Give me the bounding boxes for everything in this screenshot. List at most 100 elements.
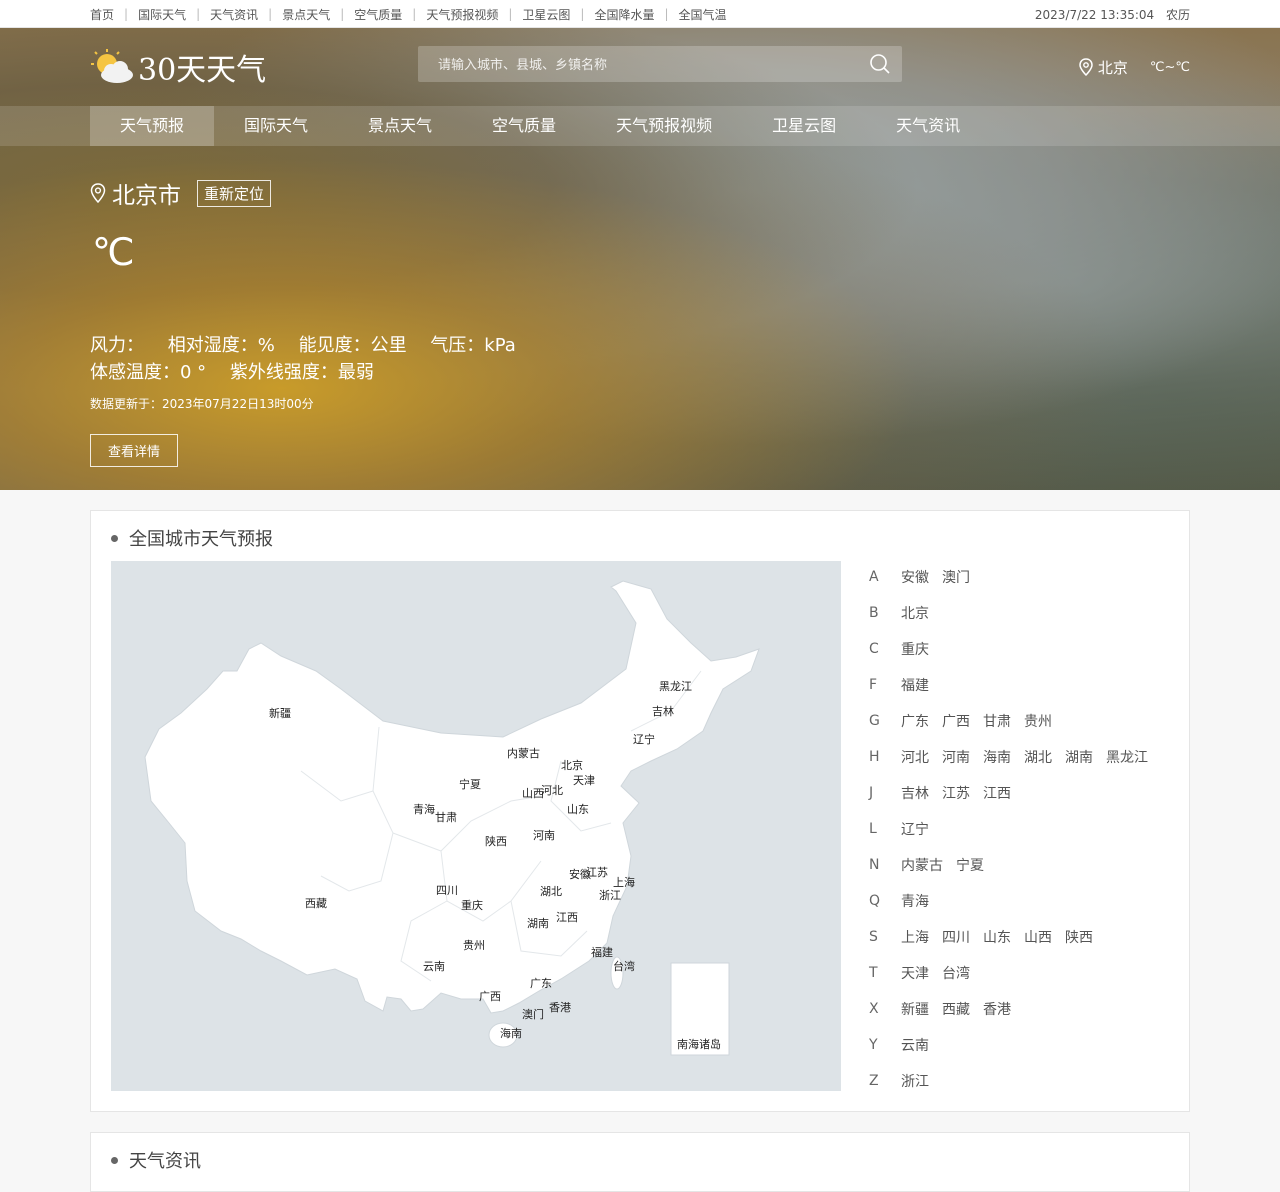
map-label[interactable]: 西藏 (305, 897, 327, 910)
map-label[interactable]: 河北 (541, 784, 563, 797)
city-link[interactable]: 甘肃 (983, 711, 1011, 731)
map-label[interactable]: 台湾 (613, 959, 635, 973)
top-link-air-quality[interactable]: 空气质量 (354, 6, 402, 23)
city-link[interactable]: 澳门 (942, 567, 970, 587)
city-link[interactable]: 山东 (983, 927, 1011, 947)
letter-row: Z 浙江 (869, 1063, 1161, 1099)
city-link[interactable]: 浙江 (901, 1071, 929, 1091)
map-label[interactable]: 澳门 (522, 1007, 544, 1021)
top-link-intl-weather[interactable]: 国际天气 (138, 6, 186, 23)
city-link[interactable]: 江西 (983, 783, 1011, 803)
relocate-button[interactable]: 重新定位 (197, 179, 272, 207)
bullet-dot (111, 1156, 118, 1164)
view-details-button[interactable]: 查看详情 (90, 434, 179, 467)
nav-item-forecast[interactable]: 天气预报 (90, 106, 215, 146)
map-label[interactable]: 青海 (413, 802, 435, 816)
map-label[interactable]: 辽宁 (633, 732, 655, 746)
search-input[interactable] (418, 46, 858, 82)
city-link[interactable]: 湖南 (1065, 747, 1093, 767)
map-label[interactable]: 新疆 (269, 706, 291, 720)
city-link[interactable]: 海南 (983, 747, 1011, 767)
map-label[interactable]: 湖南 (527, 917, 549, 930)
city-link[interactable]: 广西 (942, 711, 970, 731)
top-link-scenic-weather[interactable]: 景点天气 (282, 6, 330, 23)
nav-item-forecast-video[interactable]: 天气预报视频 (586, 106, 742, 146)
nav-item-air-quality[interactable]: 空气质量 (462, 106, 586, 146)
top-link-temperature[interactable]: 全国气温 (679, 6, 727, 23)
letter-row: S 上海 四川 山东 山西 陕西 (869, 919, 1161, 955)
map-label[interactable]: 内蒙古 (507, 746, 540, 760)
city-link[interactable]: 宁夏 (956, 855, 984, 875)
city-link[interactable]: 广东 (901, 711, 929, 731)
city-link[interactable]: 上海 (901, 927, 929, 947)
map-label[interactable]: 南海诸岛 (677, 1037, 721, 1051)
city-link[interactable]: 吉林 (901, 783, 929, 803)
map-label[interactable]: 黑龙江 (659, 680, 692, 693)
top-link-precipitation[interactable]: 全国降水量 (594, 6, 654, 23)
map-label[interactable]: 福建 (591, 945, 613, 959)
map-label[interactable]: 海南 (500, 1026, 522, 1040)
city-link[interactable]: 云南 (901, 1035, 929, 1055)
city-link[interactable]: 河南 (942, 747, 970, 767)
china-map[interactable]: 新疆 西藏 青海 甘肃 宁夏 内蒙古 黑龙江 吉林 辽宁 北京 天津 河北 山西… (111, 561, 841, 1091)
city-link[interactable]: 重庆 (901, 639, 929, 659)
city-link[interactable]: 陕西 (1065, 927, 1093, 947)
map-label[interactable]: 宁夏 (459, 777, 481, 791)
map-label[interactable]: 江西 (556, 911, 578, 924)
datetime: 2023/7/22 13:35:04 (1034, 7, 1155, 22)
map-label[interactable]: 湖北 (540, 885, 562, 898)
map-label[interactable]: 北京 (561, 758, 583, 772)
city-link[interactable]: 安徽 (901, 567, 929, 587)
top-link-weather-news[interactable]: 天气资讯 (210, 6, 258, 23)
city-link[interactable]: 江苏 (942, 783, 970, 803)
logo[interactable]: 30天天气 (90, 45, 266, 89)
map-label[interactable]: 香港 (549, 1001, 571, 1014)
top-link-satellite[interactable]: 卫星云图 (522, 6, 570, 23)
city-link[interactable]: 辽宁 (901, 819, 929, 839)
map-label[interactable]: 甘肃 (435, 811, 457, 824)
map-label[interactable]: 上海 (613, 875, 635, 889)
map-label[interactable]: 陕西 (485, 834, 507, 848)
top-link-home[interactable]: 首页 (90, 6, 114, 23)
map-label[interactable]: 浙江 (599, 889, 621, 902)
city-link[interactable]: 黑龙江 (1106, 747, 1148, 767)
location-selector[interactable]: 北京 (1078, 57, 1128, 78)
map-label[interactable]: 重庆 (461, 898, 483, 912)
nav-item-intl-weather[interactable]: 国际天气 (214, 106, 338, 146)
top-link-forecast-video[interactable]: 天气预报视频 (426, 6, 498, 23)
map-label[interactable]: 广东 (530, 977, 552, 990)
city-link[interactable]: 河北 (901, 747, 929, 767)
map-label[interactable]: 江苏 (586, 866, 608, 879)
map-label[interactable]: 吉林 (652, 704, 674, 718)
map-label[interactable]: 云南 (423, 960, 445, 973)
map-label[interactable]: 贵州 (463, 939, 485, 952)
map-label[interactable]: 河南 (533, 829, 555, 842)
city-link[interactable]: 福建 (901, 675, 929, 695)
map-label[interactable]: 山西 (522, 787, 544, 800)
city-link[interactable]: 香港 (983, 999, 1011, 1019)
search-icon[interactable] (858, 53, 902, 75)
city-link[interactable]: 四川 (942, 927, 970, 947)
temp-unit-range[interactable]: ℃~℃ (1150, 60, 1190, 75)
nav-item-satellite[interactable]: 卫星云图 (742, 106, 866, 146)
current-weather: 北京市 重新定位 ℃ 风力： 相对湿度：% 能见度：公里 气压：kPa 体感温度… (90, 176, 1190, 467)
city-link[interactable]: 西藏 (942, 999, 970, 1019)
city-link[interactable]: 天津 (901, 963, 929, 983)
city-link[interactable]: 北京 (901, 603, 929, 623)
top-bar: 首页 | 国际天气 | 天气资讯 | 景点天气 | 空气质量 | 天气预报视频 | 卫星云图… (0, 0, 1280, 28)
map-label[interactable]: 四川 (436, 884, 458, 897)
city-link[interactable]: 青海 (901, 891, 929, 911)
map-label[interactable]: 广西 (479, 990, 501, 1003)
city-link[interactable]: 内蒙古 (901, 855, 943, 875)
nav-item-scenic-weather[interactable]: 景点天气 (338, 106, 462, 146)
lunar-link[interactable]: 农历 (1166, 8, 1190, 22)
wind-text: 风力： (90, 335, 144, 356)
city-link[interactable]: 贵州 (1024, 711, 1052, 731)
city-link[interactable]: 山西 (1024, 927, 1052, 947)
nav-item-weather-news[interactable]: 天气资讯 (866, 106, 990, 146)
city-link[interactable]: 新疆 (901, 999, 929, 1019)
city-link[interactable]: 湖北 (1024, 747, 1052, 767)
map-label[interactable]: 天津 (573, 774, 595, 787)
map-label[interactable]: 山东 (567, 803, 589, 816)
city-link[interactable]: 台湾 (942, 963, 970, 983)
